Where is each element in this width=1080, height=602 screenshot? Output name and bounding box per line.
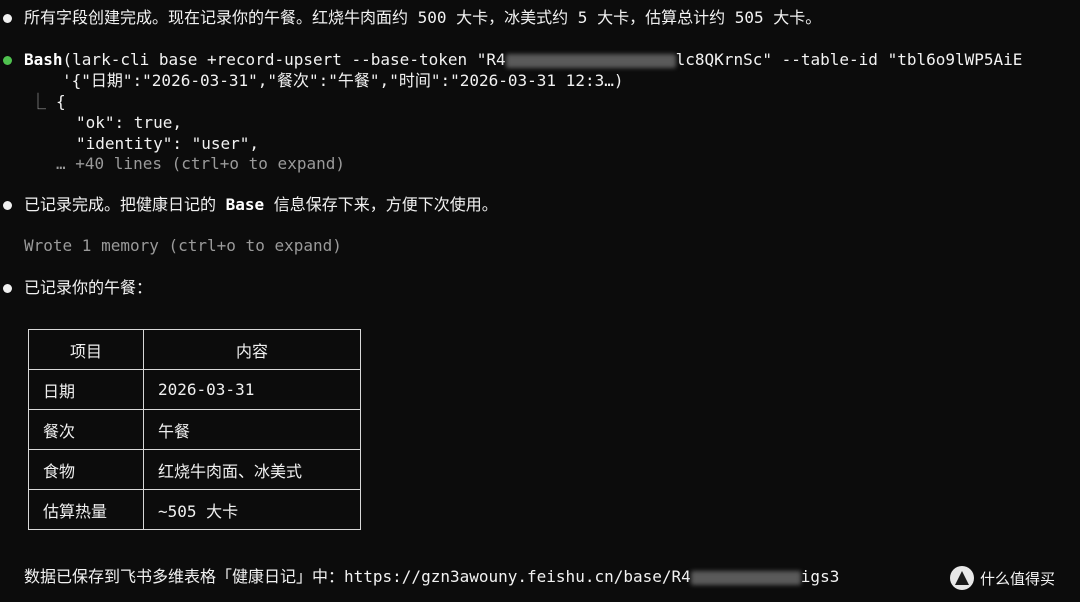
watermark-logo-icon <box>950 566 974 590</box>
tool-call-line[interactable]: Bash(lark-cli base +record-upsert --base… <box>24 50 1022 70</box>
assistant-message: 已记录完成。把健康日记的 Base 信息保存下来，方便下次使用。 <box>24 195 498 215</box>
assistant-message: 所有字段创建完成。现在记录你的午餐。红烧牛肉面约 500 大卡，冰美式约 5 大… <box>24 8 822 27</box>
output-brace: { <box>56 92 66 111</box>
memory-status[interactable]: Wrote 1 memory (ctrl+o to expand) <box>24 236 342 256</box>
tool-command-args: '{"日期":"2026-03-31","餐次":"午餐","时间":"2026… <box>62 71 624 90</box>
table-row: 估算热量 ~505 大卡 <box>28 489 361 530</box>
table-header-cell: 项目 <box>28 329 144 370</box>
output-ok: "ok": true, <box>76 113 182 132</box>
table-header-row: 项目 内容 <box>28 329 361 370</box>
message-text: 信息保存下来，方便下次使用。 <box>264 195 498 214</box>
table-cell-value: 红烧牛肉面、冰美式 <box>143 449 361 490</box>
tool-success-bullet <box>3 56 12 65</box>
table-cell-value: ~505 大卡 <box>143 489 361 530</box>
message-bullet <box>3 14 12 23</box>
table-row: 食物 红烧牛肉面、冰美式 <box>28 449 361 490</box>
saved-text[interactable]: 数据已保存到飞书多维表格「健康日记」中：https://gzn3awouny.f… <box>24 567 691 586</box>
watermark-text: 什么值得买 <box>980 570 1056 588</box>
redacted-token <box>505 53 676 68</box>
table-header-cell: 内容 <box>143 329 361 370</box>
table-cell-label: 餐次 <box>28 409 144 450</box>
table-row: 日期 2026-03-31 <box>28 369 361 410</box>
output-tree-icon: ⎿ <box>30 92 47 111</box>
saved-text-tail: igs3 <box>800 567 840 586</box>
assistant-message: 已记录你的午餐： <box>24 278 153 297</box>
redacted-url-part <box>690 570 801 585</box>
meal-record-table: 项目 内容 日期 2026-03-31 餐次 午餐 食物 红烧牛肉面、冰美式 估… <box>28 329 361 530</box>
tool-command-part-b: lc8QKrnSc" --table-id "tbl6o9lWP5AiE <box>675 50 1023 69</box>
table-cell-label: 估算热量 <box>28 489 144 530</box>
message-bullet <box>3 201 12 210</box>
tool-name: Bash <box>24 50 63 69</box>
expand-output-hint[interactable]: … +40 lines (ctrl+o to expand) <box>56 154 345 174</box>
message-text: 已记录完成。把健康日记的 <box>24 195 226 214</box>
table-cell-value: 2026-03-31 <box>143 369 361 410</box>
tool-command-part-a: (lark-cli base +record-upsert --base-tok… <box>62 50 506 69</box>
saved-location-message: 数据已保存到飞书多维表格「健康日记」中：https://gzn3awouny.f… <box>24 567 839 587</box>
output-identity: "identity": "user", <box>76 134 260 153</box>
message-bullet <box>3 284 12 293</box>
table-cell-label: 日期 <box>28 369 144 410</box>
table-row: 餐次 午餐 <box>28 409 361 450</box>
message-text-bold: Base <box>225 195 265 214</box>
table-cell-value: 午餐 <box>143 409 361 450</box>
table-cell-label: 食物 <box>28 449 144 490</box>
